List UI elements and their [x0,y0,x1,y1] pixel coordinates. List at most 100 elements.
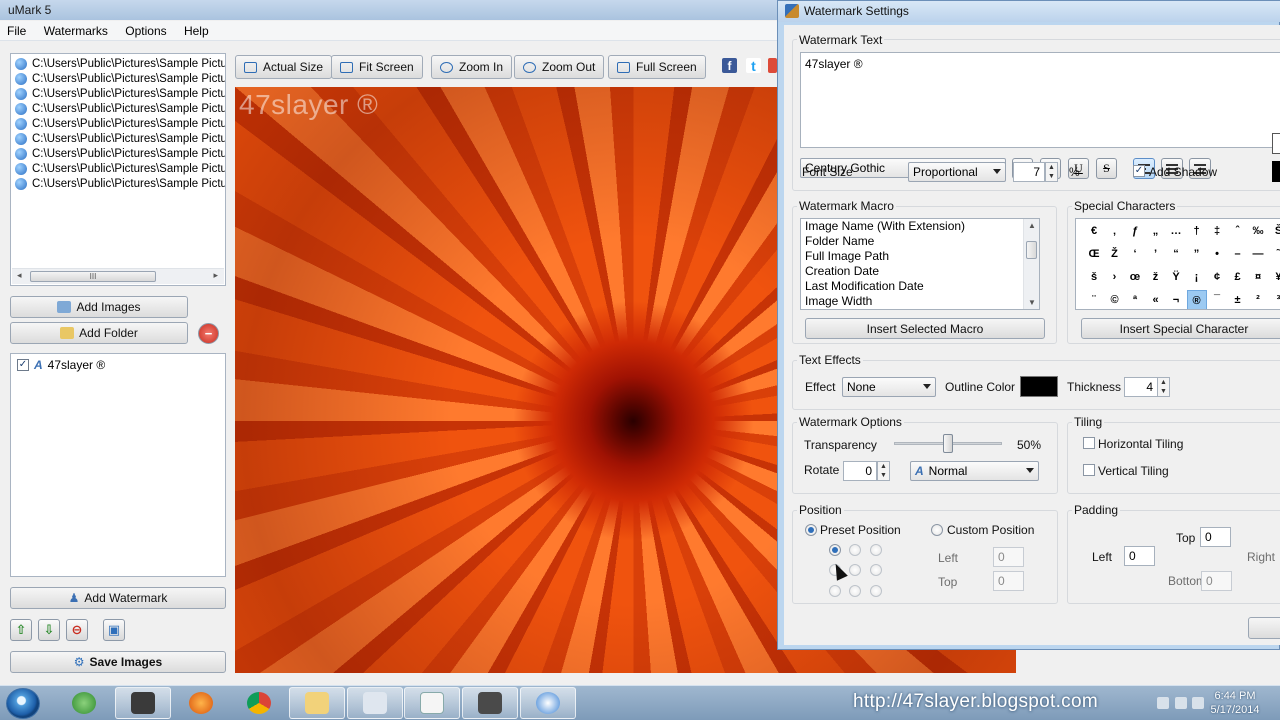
special-character-cell[interactable]: … [1166,221,1186,241]
special-character-cell[interactable]: £ [1228,267,1248,287]
special-character-cell[interactable]: ƒ [1125,221,1145,241]
image-file-list[interactable]: C:\Users\Public\Pictures\Sample Pictur C… [10,53,226,286]
list-item[interactable]: C:\Users\Public\Pictures\Sample Pictur [11,101,225,116]
rotate-spinner[interactable]: ▲ ▼ [877,461,890,481]
scroll-thumb[interactable] [1026,241,1037,259]
list-item[interactable]: Full Image Path [801,249,1039,264]
list-item[interactable]: Last Modification Date [801,279,1039,294]
vertical-tiling-checkbox[interactable] [1083,464,1095,476]
font-size-mode-select[interactable]: Proportional [908,162,1006,182]
taskbar-app-font[interactable] [404,687,460,719]
system-clock[interactable]: 6:44 PM 5/17/2014 [1205,689,1265,717]
special-character-cell[interactable]: ª [1125,290,1145,309]
font-size-input[interactable]: 7 [1013,162,1045,182]
watermark-checkbox[interactable]: ✓ [17,359,29,371]
volume-icon[interactable] [1192,697,1204,709]
list-item[interactable]: Folder Name [801,234,1039,249]
save-watermark-icon[interactable]: ▣ [103,619,125,641]
scroll-up-icon[interactable]: ▲ [1028,221,1036,230]
special-character-cell[interactable]: ± [1228,290,1248,309]
add-images-button[interactable]: Add Images [10,296,188,318]
special-character-cell[interactable]: ¢ [1207,267,1227,287]
list-item[interactable]: C:\Users\Public\Pictures\Sample Pictur [11,71,225,86]
color-picker-button[interactable] [1272,133,1280,154]
remove-icon[interactable]: − [198,323,219,344]
zoom-in-button[interactable]: Zoom In [431,55,513,79]
special-character-cell[interactable]: › [1105,267,1125,287]
facebook-icon[interactable]: f [722,58,737,73]
special-character-cell[interactable]: œ [1125,267,1145,287]
special-character-cell[interactable]: ¥ [1269,267,1280,287]
add-folder-button[interactable]: Add Folder [10,322,188,344]
special-character-cell[interactable]: Š [1269,221,1280,241]
list-item[interactable]: C:\Users\Public\Pictures\Sample Pictur [11,131,225,146]
special-character-cell[interactable]: Ÿ [1166,267,1186,287]
special-character-cell[interactable]: ‚ [1105,221,1125,241]
list-item[interactable]: Image Name (With Extension) [801,219,1039,234]
strikethrough-button[interactable]: S [1096,158,1117,179]
menu-file[interactable]: File [0,21,33,38]
taskbar-app-umark[interactable] [520,687,576,719]
special-character-cell[interactable]: ‰ [1248,221,1268,241]
horizontal-scrollbar[interactable]: ◂ III ▸ [12,268,224,284]
position-bottom-right-radio[interactable] [870,585,882,597]
position-top-right-radio[interactable] [870,544,882,556]
special-character-cell[interactable]: ¬ [1166,290,1186,309]
padding-bottom-input[interactable]: 0 [1201,571,1232,591]
padding-left-input[interactable]: 0 [1124,546,1155,566]
list-item[interactable]: C:\Users\Public\Pictures\Sample Pictur [11,56,225,71]
position-bottom-left-radio[interactable] [829,585,841,597]
taskbar-app-tool[interactable] [462,687,518,719]
save-images-button[interactable]: ⚙ Save Images [10,651,226,673]
position-top-left-radio[interactable] [829,544,841,556]
taskbar-app-chrome[interactable] [231,687,287,719]
blend-mode-select[interactable]: A Normal [910,461,1039,481]
special-character-cell[interactable]: ˆ [1228,221,1248,241]
special-character-cell[interactable]: € [1084,221,1104,241]
menu-help[interactable]: Help [177,21,216,38]
transparency-slider-thumb[interactable] [943,434,953,453]
insert-special-character-button[interactable]: Insert Special Character [1081,318,1280,339]
special-character-cell[interactable]: Ž [1105,244,1125,264]
menu-options[interactable]: Options [118,21,173,38]
scroll-right-icon[interactable]: ▸ [213,270,218,281]
position-center-radio[interactable] [849,564,861,576]
move-down-icon[interactable]: ⇩ [38,619,60,641]
scroll-down-icon[interactable]: ▼ [1028,298,1036,307]
special-character-cell[interactable]: š [1084,267,1104,287]
add-watermark-button[interactable]: ♟ Add Watermark [10,587,226,609]
padding-top-input[interactable]: 0 [1200,527,1231,547]
special-character-cell[interactable]: ’ [1146,244,1166,264]
scroll-thumb[interactable]: III [30,271,156,282]
rotate-input[interactable]: 0 [843,461,877,481]
effect-select[interactable]: None [842,377,936,397]
fit-screen-button[interactable]: Fit Screen [331,55,423,79]
special-characters-grid[interactable]: €‚ƒ„…†‡ˆ‰Š ŒŽ‘’“”•–—˜ š›œžŸ¡¢£¤¥ ¨©ª«¬®¯±²³ [1075,218,1280,310]
special-character-cell[interactable]: ³ [1269,290,1280,309]
special-character-cell[interactable]: „ [1146,221,1166,241]
watermark-text-input[interactable]: 47slayer ® [800,52,1280,148]
list-item[interactable]: C:\Users\Public\Pictures\Sample Pictur [11,161,225,176]
full-screen-button[interactable]: Full Screen [608,55,706,79]
special-character-cell[interactable]: – [1228,244,1248,264]
special-character-cell[interactable]: ¡ [1187,267,1207,287]
scroll-left-icon[interactable]: ◂ [17,270,22,281]
list-item[interactable]: C:\Users\Public\Pictures\Sample Pictur [11,116,225,131]
network-icon[interactable] [1175,697,1187,709]
start-button[interactable] [6,688,40,719]
macro-list[interactable]: Image Name (With Extension) Folder Name … [800,218,1040,310]
ok-button[interactable] [1248,617,1280,639]
special-character-cell[interactable]: ˜ [1269,244,1280,264]
outline-color-swatch[interactable] [1020,376,1058,397]
google-plus-icon[interactable] [768,58,777,73]
taskbar-app-document[interactable] [347,687,403,719]
position-top-center-radio[interactable] [849,544,861,556]
taskbar-app-explorer[interactable] [289,687,345,719]
position-middle-right-radio[interactable] [870,564,882,576]
list-item[interactable]: ✓ A 47slayer ® [11,356,225,374]
taskbar-app-firefox[interactable] [173,687,229,719]
special-character-cell[interactable]: ž [1146,267,1166,287]
watermark-list[interactable]: ✓ A 47slayer ® [10,353,226,577]
font-size-spinner[interactable]: ▲ ▼ [1045,162,1058,182]
list-item[interactable]: C:\Users\Public\Pictures\Sample Pictur [11,146,225,161]
